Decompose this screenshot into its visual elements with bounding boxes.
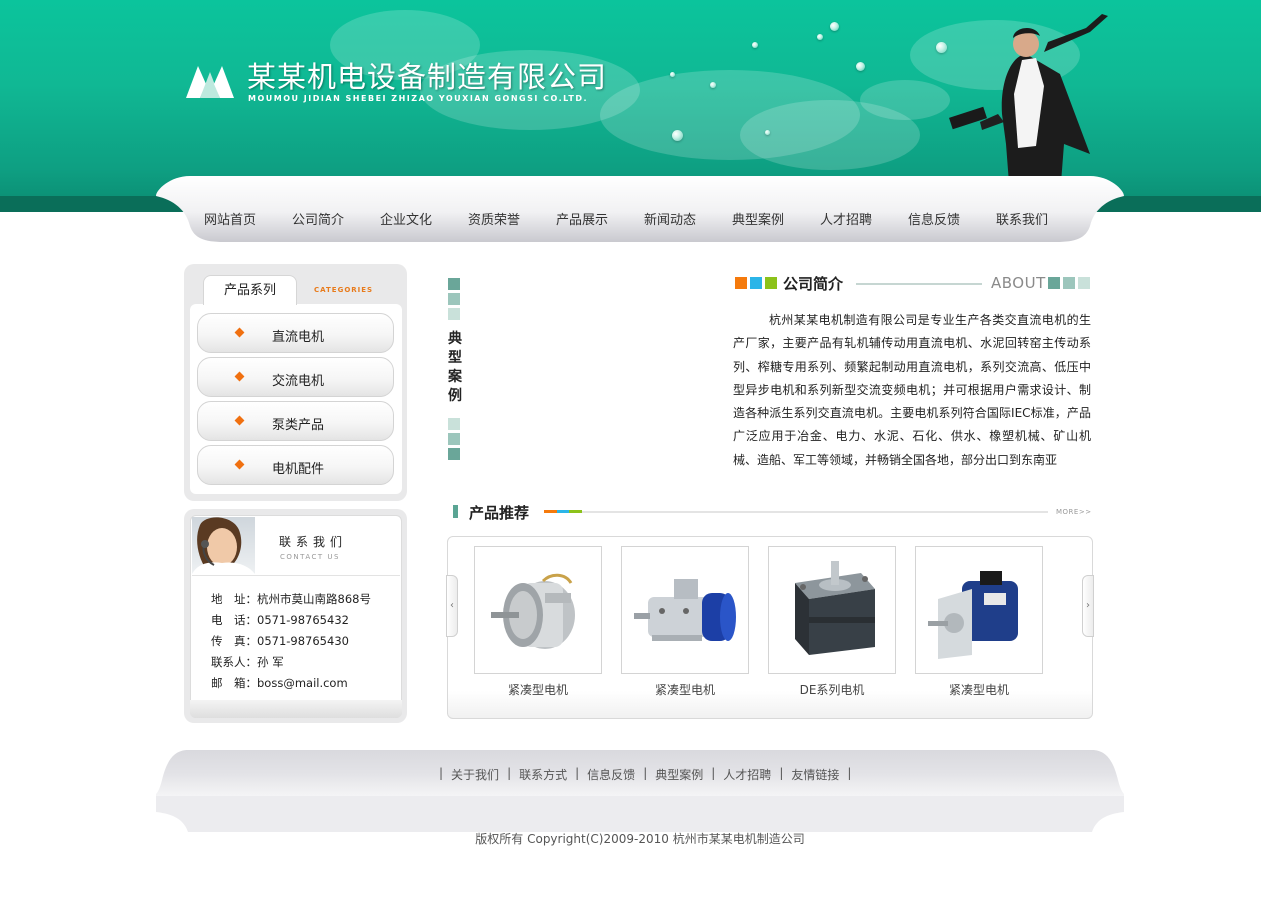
divider: [582, 511, 1048, 513]
nav-item-products[interactable]: 产品展示: [538, 209, 626, 229]
decor-square: [750, 277, 762, 289]
footer-link-jobs[interactable]: 人才招聘: [723, 766, 771, 783]
nav-item-news[interactable]: 新闻动态: [626, 209, 714, 229]
decor-square: [448, 418, 460, 430]
water-drop-decoration: [672, 130, 683, 141]
decor-square: [1078, 277, 1090, 289]
decor-square: [765, 277, 777, 289]
diamond-bullet-icon: [234, 327, 245, 338]
water-drop-decoration: [830, 22, 839, 31]
category-tab-en: CATEGORIES: [314, 286, 374, 294]
category-item-label: 交流电机: [272, 374, 325, 389]
company-name-en: MOUMOU JIDIAN SHEBEI ZHIZAO YOUXIAN GONG…: [248, 94, 589, 103]
decor-square: [735, 277, 747, 289]
footer-link-feedback[interactable]: 信息反馈: [587, 766, 635, 783]
blue-gear-motor-image: [634, 579, 736, 641]
cases-label-char: 案: [448, 369, 462, 385]
nav-item-contact[interactable]: 联系我们: [978, 209, 1066, 229]
water-drop-decoration: [856, 62, 865, 71]
contact-phone: 电 话：0571-98765432: [211, 613, 349, 627]
products-title: 产品推荐: [469, 504, 530, 522]
silver-motor-image: [491, 573, 575, 649]
category-item-label: 电机配件: [272, 462, 325, 477]
cloud-decoration: [860, 80, 950, 120]
contact-email[interactable]: 邮 箱：boss@mail.com: [211, 675, 348, 691]
nav-item-culture[interactable]: 企业文化: [362, 209, 450, 229]
diamond-bullet-icon: [234, 371, 245, 382]
decor-square: [1063, 277, 1075, 289]
category-tab[interactable]: 产品系列: [203, 275, 297, 305]
copyright: 版权所有 Copyright(C)2009-2010 杭州市某某电机制造公司: [475, 832, 805, 846]
contact-title-en: CONTACT US: [280, 553, 340, 561]
diamond-bullet-icon: [234, 415, 245, 426]
water-drop-decoration: [752, 42, 758, 48]
product-card[interactable]: [915, 546, 1043, 674]
nav-item-honors[interactable]: 资质荣誉: [450, 209, 538, 229]
section-marker: [453, 505, 458, 518]
main-nav: 网站首页 公司简介 企业文化 资质荣誉 产品展示 新闻动态 典型案例 人才招聘 …: [156, 176, 1124, 242]
more-link[interactable]: MORE>>: [1056, 508, 1092, 516]
nav-item-home[interactable]: 网站首页: [186, 209, 274, 229]
product-card[interactable]: [474, 546, 602, 674]
contact-card-footer: [190, 700, 402, 718]
product-name[interactable]: DE系列电机: [768, 681, 896, 698]
decor-square: [1048, 277, 1060, 289]
diamond-bullet-icon: [234, 459, 245, 470]
cases-label-char: 型: [448, 350, 462, 366]
color-strip: [544, 510, 583, 513]
decor-square: [448, 278, 460, 290]
decor-square: [448, 448, 460, 460]
decor-square: [448, 433, 460, 445]
divider: [192, 575, 400, 576]
footer-link-cases[interactable]: 典型案例: [655, 766, 703, 783]
cases-label-char: 典: [448, 331, 462, 347]
footer-link-contact[interactable]: 联系方式: [519, 766, 567, 783]
water-drop-decoration: [670, 72, 675, 77]
product-name[interactable]: 紧凑型电机: [474, 681, 602, 698]
contact-person: 联系人：孙 军: [211, 655, 284, 669]
contact-fax: 传 真：0571-98765430: [211, 634, 349, 648]
about-title: 公司简介: [783, 275, 844, 293]
decor-square: [448, 293, 460, 305]
about-title-en: ABOUT: [991, 274, 1046, 292]
water-drop-decoration: [765, 130, 770, 135]
footer-background: [156, 750, 1124, 832]
carousel-prev-button[interactable]: ‹: [446, 575, 458, 637]
decor-square: [448, 308, 460, 320]
nav-item-about[interactable]: 公司简介: [274, 209, 362, 229]
product-name[interactable]: 紧凑型电机: [621, 681, 749, 698]
contact-address: 地 址：杭州市莫山南路868号: [211, 592, 371, 606]
blue-motor-image: [928, 571, 1018, 659]
category-item-accessories[interactable]: 电机配件: [197, 445, 394, 485]
product-name[interactable]: 紧凑型电机: [915, 681, 1043, 698]
about-text: 杭州某某电机制造有限公司是专业生产各类交直流电机的生产厂家，主要产品有轧机辅传动…: [733, 313, 1091, 467]
category-item-dc-motor[interactable]: 直流电机: [197, 313, 394, 353]
avatar: [192, 517, 255, 574]
cases-label-char: 例: [448, 388, 462, 404]
nav-item-cases[interactable]: 典型案例: [714, 209, 802, 229]
footer-link-friends[interactable]: 友情链接: [791, 766, 839, 783]
product-card[interactable]: [768, 546, 896, 674]
category-item-ac-motor[interactable]: 交流电机: [197, 357, 394, 397]
category-item-label: 直流电机: [272, 330, 325, 345]
logo-icon: [186, 66, 234, 98]
carousel-next-button[interactable]: ›: [1082, 575, 1094, 637]
nav-item-jobs[interactable]: 人才招聘: [802, 209, 890, 229]
page: 某某机电设备制造有限公司 MOUMOU JIDIAN SHEBEI ZHIZAO…: [0, 0, 1261, 922]
product-card[interactable]: [621, 546, 749, 674]
nav-item-feedback[interactable]: 信息反馈: [890, 209, 978, 229]
footer-link-about[interactable]: 关于我们: [451, 766, 499, 783]
divider: [856, 283, 982, 285]
category-item-pumps[interactable]: 泵类产品: [197, 401, 394, 441]
company-name: 某某机电设备制造有限公司: [247, 60, 608, 94]
nav-items: 网站首页 公司简介 企业文化 资质荣誉 产品展示 新闻动态 典型案例 人才招聘 …: [186, 209, 1086, 229]
businessman-image: [949, 14, 1108, 196]
footer-links: | 关于我们 | 联系方式 | 信息反馈 | 典型案例 | 人才招聘 | 友情链…: [439, 766, 852, 783]
water-drop-decoration: [710, 82, 716, 88]
contact-title: 联系我们: [279, 535, 348, 549]
stepper-motor-image: [795, 561, 875, 655]
water-drop-decoration: [817, 34, 823, 40]
category-item-label: 泵类产品: [272, 418, 325, 433]
cases-label[interactable]: 典 型 案 例: [446, 330, 464, 406]
